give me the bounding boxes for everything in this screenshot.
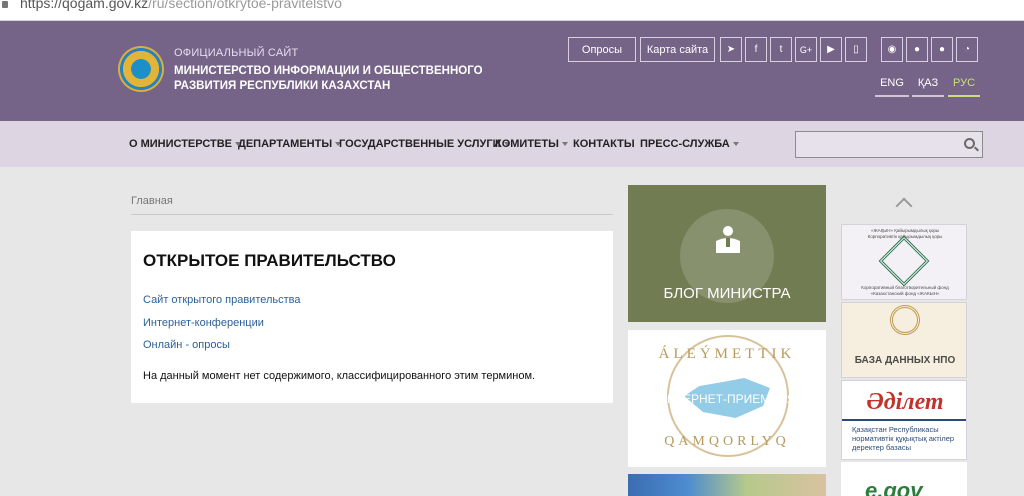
search-input[interactable] (800, 135, 950, 154)
caret-down-icon (561, 142, 568, 147)
breadcrumb-divider (131, 214, 613, 215)
sitemap-button[interactable]: Карта сайта (640, 37, 715, 62)
books-banner[interactable] (628, 474, 826, 496)
page-title: ОТКРЫТОЕ ПРАВИТЕЛЬСТВО (143, 251, 396, 270)
qamqorlyq-text: QAMQORLYQ (664, 434, 790, 449)
android-icon[interactable]: ● (906, 37, 928, 62)
blog-title: БЛОГ МИНИСТРА (663, 285, 791, 302)
empty-message: На данный момент нет содержимого, класси… (143, 370, 536, 382)
lang-kaz-link[interactable]: ҚАЗ (912, 75, 944, 97)
breadcrumb-home[interactable]: Главная (131, 195, 173, 207)
mobile-icon[interactable]: ▯ (845, 37, 867, 62)
internet-conferences-link[interactable]: Интернет-конференции (143, 317, 264, 329)
nav-item-departments[interactable]: ДЕПАРТАМЕНТЫ (238, 138, 342, 150)
ngo-database-banner[interactable]: БАЗА ДАННЫХ НПО (841, 302, 967, 378)
nav-item-contacts[interactable]: КОНТАКТЫ (573, 138, 635, 150)
site-header: ОФИЦИАЛЬНЫЙ САЙТ МИНИСТЕРСТВО ИНФОРМАЦИИ… (0, 21, 1024, 121)
divider (842, 419, 966, 421)
internet-reception-banner[interactable]: ÁLEÝMETTIK QAMQORLYQ ИНТЕРНЕТ-ПРИЕМНАЯ (628, 330, 826, 467)
lock-icon (2, 1, 8, 8)
nav-item-committees[interactable]: КОМИТЕТЫ (495, 138, 568, 150)
ministry-name[interactable]: МИНИСТЕРСТВО ИНФОРМАЦИИ И ОБЩЕСТВЕННОГО … (174, 64, 494, 94)
search-icon[interactable] (964, 138, 975, 149)
google-plus-icon[interactable]: G+ (795, 37, 817, 62)
egov-logo: e.gov (865, 478, 923, 496)
state-emblem-icon[interactable] (118, 46, 164, 92)
reception-label: ИНТЕРНЕТ-ПРИЕМНАЯ (658, 392, 796, 406)
adilet-logo: Әділет (866, 389, 944, 415)
eye-icon[interactable]: ◉ (881, 37, 903, 62)
official-site-label: ОФИЦИАЛЬНЫЙ САЙТ (174, 47, 299, 59)
surveys-button[interactable]: Опросы (568, 37, 636, 62)
minister-blog-banner[interactable]: БЛОГ МИНИСТРА (628, 185, 826, 322)
nav-item-press[interactable]: ПРЕСС-СЛУЖБА (640, 138, 739, 150)
main-nav: О МИНИСТЕРСТВЕ ДЕПАРТАМЕНТЫ ГОСУДАРСТВЕН… (0, 121, 1024, 167)
search-box (795, 131, 983, 158)
lang-rus-link[interactable]: РУС (948, 75, 980, 97)
open-government-link[interactable]: Сайт открытого правительства (143, 294, 301, 306)
address-bar[interactable]: https://qogam.gov.kz/ru/section/otkrytoe… (0, 0, 1024, 21)
speaker-icon (716, 226, 740, 253)
chevron-up-icon[interactable] (895, 197, 913, 215)
ngo-database-title: БАЗА ДАННЫХ НПО (854, 355, 956, 366)
twitter-icon[interactable]: t (770, 37, 792, 62)
online-surveys-link[interactable]: Онлайн - опросы (143, 339, 230, 351)
apple-icon[interactable]: ● (931, 37, 953, 62)
egov-banner[interactable]: e.gov (841, 462, 967, 496)
nav-item-services[interactable]: ГОСУДАРСТВЕННЫЕ УСЛУГИ (339, 138, 510, 150)
content-panel: ОТКРЫТОЕ ПРАВИТЕЛЬСТВО Сайт открытого пр… (131, 231, 613, 403)
adilet-caption: Қазақстан Республикасы нормативтік құқық… (852, 425, 955, 452)
aleumettik-text: ÁLEÝMETTIK (658, 346, 796, 362)
telegram-icon[interactable]: ➤ (720, 37, 742, 62)
nav-item-ministry[interactable]: О МИНИСТЕРСТВЕ (129, 138, 241, 150)
youtube-icon[interactable]: ▶ (820, 37, 842, 62)
caret-down-icon (732, 142, 739, 147)
url-text[interactable]: https://qogam.gov.kz/ru/section/otkrytoe… (20, 0, 342, 11)
facebook-icon[interactable]: f (745, 37, 767, 62)
adilet-banner[interactable]: Әділет Қазақстан Республикасы нормативті… (841, 380, 967, 460)
lang-eng-link[interactable]: ENG (875, 75, 909, 97)
rss-icon[interactable]: ◔ (956, 37, 978, 62)
zhakyn-fund-banner[interactable]: «ЖАҚЫН» Қайырымдылық қоры Корпоративтік … (841, 224, 967, 300)
ornament-icon (890, 305, 920, 335)
ornament-icon (878, 235, 930, 287)
